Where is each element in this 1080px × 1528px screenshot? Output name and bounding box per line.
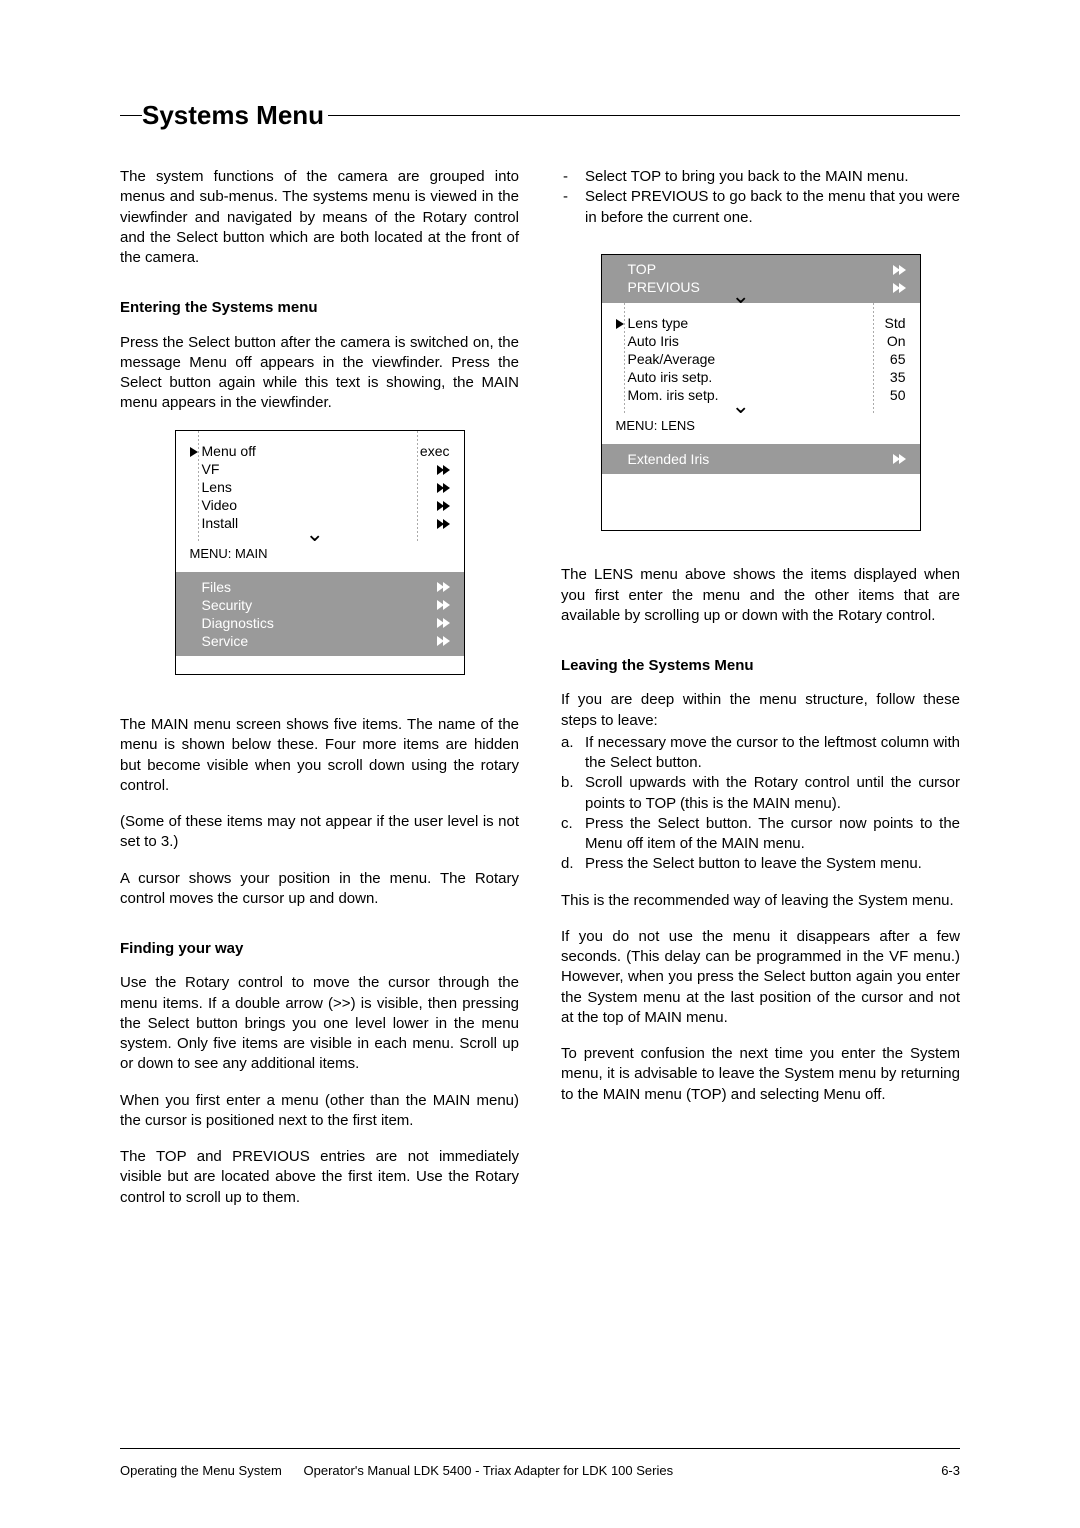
list-item: If necessary move the cursor to the left… bbox=[561, 733, 960, 774]
menu-item-label: VF bbox=[202, 460, 220, 479]
cursor-icon bbox=[616, 319, 624, 329]
menu-item-label: TOP bbox=[628, 260, 657, 279]
chevron-down-icon: ⌄ bbox=[732, 395, 750, 417]
page-title: Systems Menu bbox=[142, 100, 328, 131]
menu-item-label: Auto Iris bbox=[628, 332, 679, 351]
leaving-intro: If you are deep within the menu structur… bbox=[561, 690, 960, 731]
leaving-steps: If necessary move the cursor to the left… bbox=[561, 733, 960, 875]
menu-item-label: Lens bbox=[202, 478, 232, 497]
menu-title: ⌄MENU: MAIN bbox=[176, 541, 464, 573]
finding-p1: Use the Rotary control to move the curso… bbox=[120, 973, 519, 1074]
menu-item-label: Extended Iris bbox=[628, 450, 710, 469]
chevron-down-icon: ⌄ bbox=[306, 523, 324, 545]
after-main-p2: (Some of these items may not appear if t… bbox=[120, 812, 519, 853]
menu-item-label: Files bbox=[202, 578, 232, 597]
double-arrow-icon bbox=[894, 283, 906, 293]
right-column: Select TOP to bring you back to the MAIN… bbox=[561, 167, 960, 1224]
lens-menu-diagram: TOP PREVIOUS ⌄ Lens typeStd Auto IrisOn … bbox=[601, 254, 921, 532]
double-arrow-icon bbox=[438, 501, 450, 511]
leaving-heading: Leaving the Systems Menu bbox=[561, 656, 960, 676]
entering-heading: Entering the Systems menu bbox=[120, 298, 519, 318]
menu-item-value: 65 bbox=[890, 350, 906, 369]
menu-item-value: 50 bbox=[890, 386, 906, 405]
double-arrow-icon bbox=[894, 265, 906, 275]
page-footer: Operating the Menu System Operator's Man… bbox=[120, 1448, 960, 1478]
menu-item-value: On bbox=[887, 332, 906, 351]
menu-item-label: Diagnostics bbox=[202, 614, 274, 633]
menu-item-label: Service bbox=[202, 632, 249, 651]
title-rule-right bbox=[328, 115, 960, 116]
menu-item-value: exec bbox=[420, 442, 450, 461]
double-arrow-icon bbox=[438, 483, 450, 493]
lens-paragraph: The LENS menu above shows the items disp… bbox=[561, 565, 960, 626]
title-rule-left bbox=[120, 115, 142, 116]
list-item: Scroll upwards with the Rotary control u… bbox=[561, 773, 960, 814]
page-number: 6-3 bbox=[941, 1463, 960, 1478]
list-item: Select TOP to bring you back to the MAIN… bbox=[561, 167, 960, 187]
list-item: Press the Select button to leave the Sys… bbox=[561, 854, 960, 874]
left-column: The system functions of the camera are g… bbox=[120, 167, 519, 1224]
menu-item-label: Security bbox=[202, 596, 253, 615]
menu-item-label: Auto iris setp. bbox=[628, 368, 713, 387]
double-arrow-icon bbox=[894, 454, 906, 464]
after-main-p1: The MAIN menu screen shows five items. T… bbox=[120, 715, 519, 796]
menu-item-label: PREVIOUS bbox=[628, 278, 700, 297]
menu-item-label: Menu off bbox=[202, 442, 256, 461]
list-item: Select PREVIOUS to go back to the menu t… bbox=[561, 187, 960, 228]
menu-item-label: Peak/Average bbox=[628, 350, 716, 369]
menu-item-label: Lens type bbox=[628, 314, 689, 333]
finding-p3: The TOP and PREVIOUS entries are not imm… bbox=[120, 1147, 519, 1208]
list-item: Press the Select button. The cursor now … bbox=[561, 814, 960, 855]
entering-paragraph: Press the Select button after the camera… bbox=[120, 333, 519, 414]
double-arrow-icon bbox=[438, 465, 450, 475]
leaving-p2: If you do not use the menu it disappears… bbox=[561, 927, 960, 1028]
double-arrow-icon bbox=[438, 618, 450, 628]
menu-item-label: Mom. iris setp. bbox=[628, 386, 719, 405]
menu-item-label: Install bbox=[202, 514, 239, 533]
after-main-p3: A cursor shows your position in the menu… bbox=[120, 869, 519, 910]
leaving-p1: This is the recommended way of leaving t… bbox=[561, 891, 960, 911]
finding-heading: Finding your way bbox=[120, 939, 519, 959]
finding-p2: When you first enter a menu (other than … bbox=[120, 1091, 519, 1132]
menu-title: ⌄MENU: LENS bbox=[602, 413, 920, 445]
main-menu-diagram: Menu off exec VF Lens Video Install ⌄MENU… bbox=[175, 430, 465, 676]
double-arrow-icon bbox=[438, 600, 450, 610]
top-previous-list: Select TOP to bring you back to the MAIN… bbox=[561, 167, 960, 228]
cursor-icon bbox=[190, 447, 198, 457]
menu-item-label: Video bbox=[202, 496, 238, 515]
double-arrow-icon bbox=[438, 636, 450, 646]
footer-left: Operating the Menu System Operator's Man… bbox=[120, 1463, 673, 1478]
menu-item-value: Std bbox=[884, 314, 905, 333]
double-arrow-icon bbox=[438, 519, 450, 529]
page-title-bar: Systems Menu bbox=[120, 100, 960, 131]
intro-paragraph: The system functions of the camera are g… bbox=[120, 167, 519, 268]
double-arrow-icon bbox=[438, 582, 450, 592]
leaving-p3: To prevent confusion the next time you e… bbox=[561, 1044, 960, 1105]
menu-item-value: 35 bbox=[890, 368, 906, 387]
footer-rule bbox=[120, 1448, 960, 1449]
